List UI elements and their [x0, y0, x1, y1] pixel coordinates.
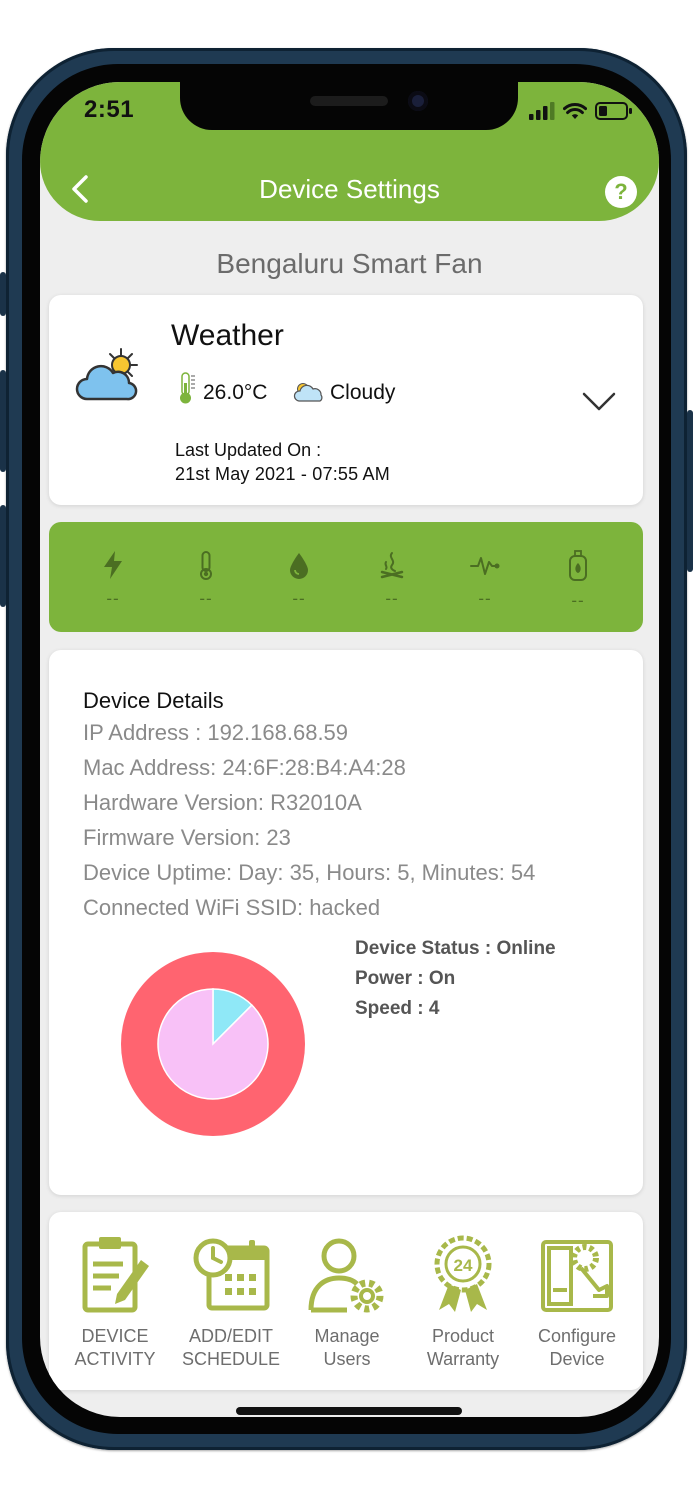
hardware-version: Hardware Version: R32010A [83, 790, 362, 815]
power-button [687, 410, 693, 572]
warranty-badge-icon: 24 [434, 1235, 492, 1312]
sensor-gas: -- [548, 550, 608, 611]
configure-device-icon [541, 1240, 613, 1312]
action-label: ADD/EDIT SCHEDULE [181, 1326, 281, 1369]
firmware-version: Firmware Version: 23 [83, 825, 291, 850]
sensor-value: -- [199, 589, 213, 608]
gas-cylinder-icon [569, 550, 587, 581]
notch [180, 82, 518, 130]
cellular-signal-icon [529, 102, 555, 120]
bolt-icon [104, 551, 122, 579]
home-indicator[interactable] [236, 1407, 462, 1415]
user-gear-icon [308, 1238, 384, 1313]
sensor-value: -- [106, 589, 120, 608]
device-status: Device Status : Online [355, 938, 556, 959]
manage-users-button[interactable]: Manage Users [291, 1234, 403, 1371]
status-icons [529, 100, 633, 122]
volume-up-button [0, 370, 6, 472]
last-updated-label: Last Updated On : [175, 440, 322, 460]
thermometer-icon [200, 551, 212, 580]
water-drop-icon [290, 553, 308, 579]
details-title: Device Details [83, 688, 224, 713]
front-camera [408, 91, 428, 111]
sensor-temperature: -- [176, 550, 236, 609]
action-label: Manage Users [314, 1326, 380, 1369]
sensor-value: -- [292, 589, 306, 608]
device-name: Bengaluru Smart Fan [216, 248, 483, 279]
sensor-smoke: -- [362, 550, 422, 609]
app-header: 2:51 Device Settings ? [40, 82, 659, 221]
help-button[interactable]: ? [605, 176, 637, 208]
cloudy-small-icon [293, 383, 323, 402]
mac-address: Mac Address: 24:6F:28:B4:A4:28 [83, 755, 406, 780]
sensor-strip: -- -- -- -- -- -- [49, 522, 643, 632]
status-pie-chart [121, 952, 305, 1136]
silent-switch [0, 272, 6, 316]
sensor-power: -- [83, 550, 143, 609]
action-label: Product Warranty [426, 1326, 500, 1369]
device-activity-button[interactable]: DEVICE ACTIVITY [59, 1234, 171, 1371]
smoke-icon [380, 552, 404, 579]
sensor-value: -- [478, 589, 492, 608]
action-label: DEVICE ACTIVITY [74, 1326, 156, 1369]
partly-cloudy-icon [75, 348, 138, 401]
device-speed: Speed : 4 [355, 998, 440, 1019]
clipboard-edit-icon [82, 1237, 149, 1313]
sensor-humidity: -- [269, 550, 329, 609]
chevron-down-icon[interactable] [582, 392, 616, 412]
device-power: Power : On [355, 968, 456, 989]
sensor-value: -- [571, 591, 585, 610]
device-details-card: Device Details IP Address : 192.168.68.5… [49, 650, 643, 1195]
wifi-icon [563, 102, 587, 119]
action-label: Configure Device [537, 1326, 617, 1369]
weather-title: Weather [171, 319, 284, 352]
configure-device-button[interactable]: Configure Device [521, 1234, 633, 1371]
earpiece-speaker [310, 96, 388, 106]
volume-down-button [0, 505, 6, 607]
actions-card: DEVICE ACTIVITY ADD/EDIT SCHEDULE Manage Us… [49, 1212, 643, 1390]
thermometer-icon [180, 372, 195, 404]
device-uptime: Device Uptime: Day: 35, Hours: 5, Minute… [83, 860, 536, 885]
weather-card[interactable]: Weather 26.0°C Cloudy Last Updated On : … [49, 295, 643, 505]
sensor-value: -- [385, 589, 399, 608]
calendar-clock-icon [193, 1238, 270, 1311]
battery-icon [595, 102, 632, 120]
pulse-icon [470, 557, 500, 575]
weather-condition: Cloudy [330, 381, 396, 404]
ip-address: IP Address : 192.168.68.59 [83, 720, 349, 745]
sensor-vibration: -- [455, 550, 515, 609]
wifi-ssid: Connected WiFi SSID: hacked [83, 895, 381, 920]
svg-text:24: 24 [454, 1256, 473, 1275]
status-time: 2:51 [84, 96, 135, 123]
page-title: Device Settings [259, 174, 440, 204]
weather-temperature: 26.0°C [203, 381, 268, 404]
last-updated-value: 21st May 2021 - 07:55 AM [175, 464, 390, 484]
pie-slice-1 [157, 988, 269, 1100]
app-screen: 2:51 Device Settings ? Bengaluru Smart F… [40, 82, 659, 1417]
product-warranty-button[interactable]: 24 Product Warranty [407, 1234, 519, 1371]
add-edit-schedule-button[interactable]: ADD/EDIT SCHEDULE [175, 1234, 287, 1371]
